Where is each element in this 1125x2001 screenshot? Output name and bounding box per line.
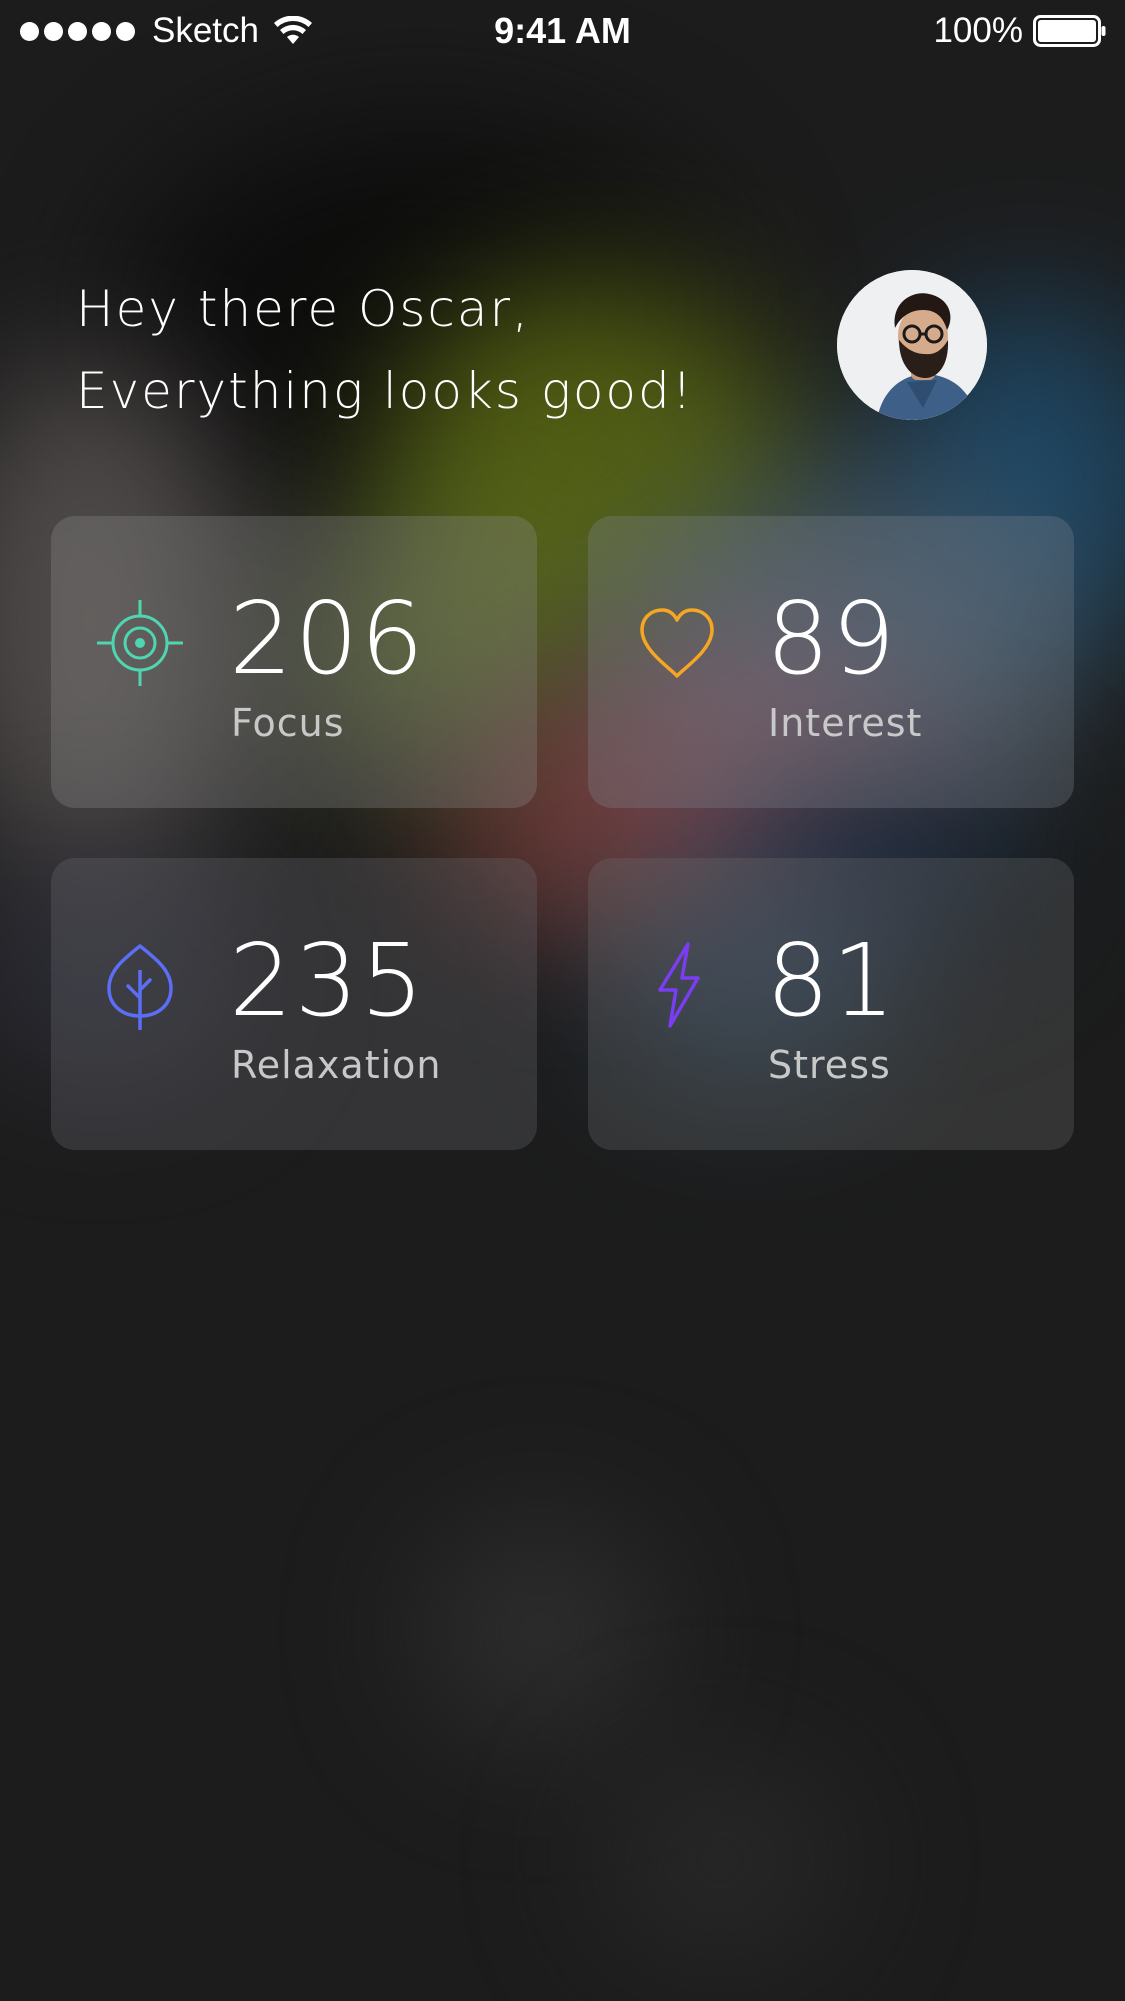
- battery-percentage: 100%: [933, 11, 1023, 50]
- avatar[interactable]: [837, 270, 987, 420]
- metric-label: Focus: [231, 701, 345, 745]
- metric-card-relaxation[interactable]: 235 Relaxation: [51, 858, 537, 1150]
- status-bar: Sketch 9:41 AM 100%: [0, 0, 1125, 62]
- greeting-subtitle: Everything looks good!: [76, 362, 694, 420]
- metric-value: 89: [766, 580, 898, 697]
- metric-card-interest[interactable]: 89 Interest: [588, 516, 1074, 808]
- metric-value: 206: [229, 580, 426, 697]
- metric-value: 81: [766, 922, 898, 1039]
- target-icon: [97, 600, 183, 686]
- carrier-name: Sketch: [152, 11, 259, 50]
- metric-value: 235: [229, 922, 426, 1039]
- signal-strength-icon: [20, 21, 140, 41]
- background-blob: [600, 1760, 840, 1960]
- heart-icon: [640, 608, 714, 678]
- status-right: 100%: [933, 11, 1107, 51]
- user-portrait: [837, 270, 987, 420]
- wifi-icon: [274, 16, 312, 44]
- metric-label: Interest: [768, 701, 923, 745]
- greeting-line: Hey there Oscar,: [76, 280, 530, 338]
- metric-card-stress[interactable]: 81 Stress: [588, 858, 1074, 1150]
- status-left: Sketch: [20, 11, 313, 51]
- greeting: Hey there Oscar, Everything looks good!: [76, 268, 694, 432]
- leaf-icon: [107, 944, 173, 1030]
- metric-card-focus[interactable]: 206 Focus: [51, 516, 537, 808]
- dashboard-screen: Sketch 9:41 AM 100% Hey there Oscar, Eve…: [0, 0, 1125, 2001]
- battery-icon: [1033, 15, 1106, 47]
- background-blob: [420, 1520, 660, 1740]
- metric-label: Stress: [768, 1043, 891, 1087]
- metric-label: Relaxation: [231, 1043, 442, 1087]
- lightning-icon: [658, 942, 700, 1028]
